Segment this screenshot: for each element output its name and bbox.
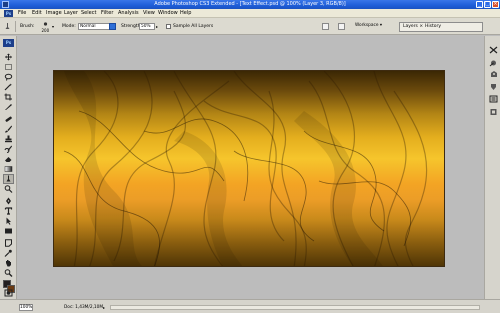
mode-dropdown-icon[interactable] xyxy=(109,23,116,30)
slice-icon[interactable] xyxy=(4,103,13,111)
healing-brush-icon[interactable] xyxy=(4,115,13,123)
styles-icon[interactable] xyxy=(489,83,498,91)
menu-bar: Ps File Edit Image Layer Select Filter A… xyxy=(0,9,500,18)
document-workspace[interactable] xyxy=(17,36,484,299)
brush-panel-icon[interactable] xyxy=(338,23,345,30)
right-panel-dock xyxy=(484,36,500,299)
brush-label: Brush: xyxy=(20,24,35,29)
menu-file[interactable]: File xyxy=(18,10,26,16)
rectangle-shape-icon[interactable] xyxy=(4,227,13,235)
smudge-tool-preset-icon[interactable] xyxy=(3,22,12,31)
gradient-icon[interactable] xyxy=(4,165,13,173)
menu-select[interactable]: Select xyxy=(81,10,96,16)
workspace-button[interactable]: Workspace ▾ xyxy=(355,23,382,28)
menu-window[interactable]: Window xyxy=(158,10,178,16)
menu-filter[interactable]: Filter xyxy=(101,10,113,16)
status-menu-arrow-icon[interactable]: ▸ xyxy=(103,305,105,310)
toolbox: Ps xyxy=(0,36,17,299)
marquee-icon[interactable] xyxy=(4,63,13,71)
menu-image[interactable]: Image xyxy=(46,10,62,16)
sample-all-layers-checkbox[interactable] xyxy=(166,24,171,29)
clone-stamp-icon[interactable] xyxy=(4,135,13,143)
swatches-icon[interactable] xyxy=(489,70,498,78)
dodge-icon[interactable] xyxy=(4,185,13,193)
menu-edit[interactable]: Edit xyxy=(32,10,42,16)
document-size: Doc: 1,43M/2,10M xyxy=(64,305,104,310)
toolbox-header-logo: Ps xyxy=(3,39,14,47)
smudge-icon[interactable] xyxy=(3,174,14,184)
move-icon[interactable] xyxy=(4,53,13,61)
menu-analysis[interactable]: Analysis xyxy=(118,10,139,16)
tab-history[interactable]: History xyxy=(425,24,441,29)
crop-icon[interactable] xyxy=(4,93,13,101)
history-brush-icon[interactable] xyxy=(4,145,13,153)
zoom-icon[interactable] xyxy=(4,269,13,277)
pen-icon[interactable] xyxy=(4,197,13,205)
minimize-button[interactable]: _ xyxy=(476,1,483,8)
document-canvas[interactable] xyxy=(53,70,445,267)
quick-mask-icon[interactable] xyxy=(4,289,13,297)
strength-arrow-icon[interactable]: ▸ xyxy=(156,24,158,29)
type-icon[interactable] xyxy=(4,207,13,215)
brush-icon[interactable] xyxy=(4,125,13,133)
path-selection-icon[interactable] xyxy=(4,217,13,225)
hand-icon[interactable] xyxy=(4,259,13,267)
eyedropper-icon[interactable] xyxy=(4,249,13,257)
notes-icon[interactable] xyxy=(4,239,13,247)
status-bar: 100% Doc: 1,43M/2,10M ▸ xyxy=(0,299,500,313)
separator xyxy=(15,21,16,32)
maximize-button[interactable]: □ xyxy=(484,1,491,8)
smoke-artwork xyxy=(63,71,428,266)
brush-size-text: 200 xyxy=(42,28,50,33)
strength-input[interactable]: 50% xyxy=(139,23,155,30)
zoom-level-field[interactable]: 100% xyxy=(19,304,33,311)
photoshop-logo: Ps xyxy=(4,10,13,17)
window-title: Adobe Photoshop CS3 Extended - [Text Eff… xyxy=(154,1,346,7)
menu-help[interactable]: Help xyxy=(180,10,191,16)
panel-tab-strip: Layers × History xyxy=(399,22,483,32)
menu-layer[interactable]: Layer xyxy=(64,10,78,16)
actions-icon[interactable] xyxy=(489,108,498,116)
horizontal-scrollbar[interactable] xyxy=(110,305,480,310)
mode-label: Mode: xyxy=(62,24,76,29)
close-button[interactable]: × xyxy=(492,1,499,8)
menu-view[interactable]: View xyxy=(143,10,155,16)
sample-all-layers-label: Sample All Layers xyxy=(173,24,214,29)
title-bar: Adobe Photoshop CS3 Extended - [Text Eff… xyxy=(0,0,500,9)
lasso-icon[interactable] xyxy=(4,73,13,81)
magic-wand-icon[interactable] xyxy=(4,83,13,91)
tab-layers[interactable]: Layers × xyxy=(403,24,423,29)
history-icon[interactable] xyxy=(489,95,498,103)
navigator-icon[interactable] xyxy=(489,46,498,54)
finger-painting-icon[interactable] xyxy=(322,23,329,30)
brush-dropdown-arrow[interactable]: ▾ xyxy=(52,24,54,29)
brush-picker[interactable]: 200 xyxy=(41,21,50,33)
eraser-icon[interactable] xyxy=(4,155,13,163)
color-icon[interactable] xyxy=(489,59,498,67)
